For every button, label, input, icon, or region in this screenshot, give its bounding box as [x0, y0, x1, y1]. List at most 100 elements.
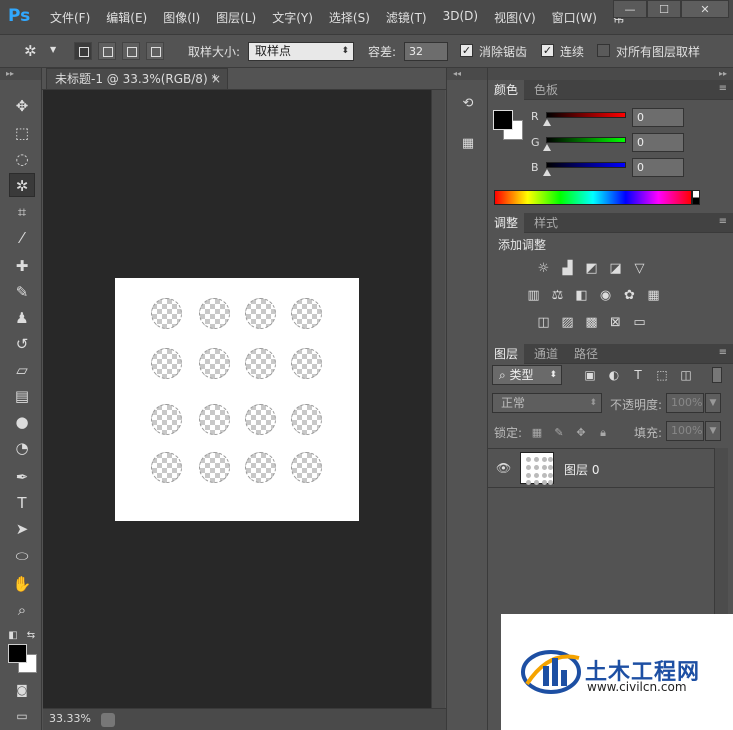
menu-layer[interactable]: 图层(L) — [216, 9, 256, 26]
opacity-input[interactable]: 100% — [666, 393, 704, 413]
layer-kind-filter-select[interactable]: ⌕ 类型 ⬍ — [492, 365, 562, 385]
panel-menu-icon[interactable]: ≡ — [719, 216, 727, 227]
blend-mode-select[interactable]: 正常 ⬍ — [492, 393, 602, 413]
all-layers-checkbox[interactable] — [597, 44, 610, 57]
zoom-level[interactable]: 33.33% — [49, 712, 91, 725]
crop-tool-icon[interactable]: ⌗ — [9, 200, 35, 224]
filter-adjustment-icon[interactable]: ◐ — [606, 367, 622, 383]
r-slider-thumb[interactable] — [543, 119, 551, 126]
gradient-map-icon[interactable]: ▭ — [631, 315, 648, 330]
layer-row[interactable]: 👁︎ 图层 0 — [488, 448, 714, 488]
black-white-icon[interactable]: ◧ — [573, 288, 590, 303]
magic-wand-preset-icon[interactable]: ✲ — [24, 42, 37, 60]
minimize-button[interactable]: — — [613, 0, 647, 18]
intersect-selection-mode-button[interactable] — [146, 42, 164, 60]
blur-tool-icon[interactable]: ● — [9, 410, 35, 434]
b-slider-thumb[interactable] — [543, 169, 551, 176]
properties-panel-icon[interactable]: ▦ — [457, 134, 479, 154]
filter-shape-icon[interactable]: ⬚ — [654, 367, 670, 383]
type-tool-icon[interactable]: T — [9, 491, 35, 515]
tolerance-input[interactable]: 32 — [404, 42, 448, 61]
screen-mode-icon[interactable]: ▭ — [9, 704, 35, 728]
brightness-icon[interactable]: ☼ — [535, 261, 552, 276]
panel-menu-icon[interactable]: ≡ — [719, 83, 727, 94]
filter-pixel-icon[interactable]: ▣ — [582, 367, 598, 383]
add-selection-mode-button[interactable] — [98, 42, 116, 60]
vibrance-icon[interactable]: ▽ — [631, 261, 648, 276]
new-selection-mode-button[interactable] — [74, 42, 92, 60]
zoom-tool-icon[interactable]: ⌕ — [9, 598, 35, 622]
filter-smart-object-icon[interactable]: ◫ — [678, 367, 694, 383]
pen-tool-icon[interactable]: ✒ — [9, 465, 35, 489]
fill-input[interactable]: 100% — [666, 421, 704, 441]
b-value-input[interactable]: 0 — [632, 158, 684, 177]
chevron-down-icon[interactable]: ▼ — [50, 45, 56, 54]
status-info-icon[interactable] — [101, 713, 115, 727]
path-selection-tool-icon[interactable]: ➤ — [9, 517, 35, 541]
lock-image-icon[interactable]: ✎ — [552, 426, 566, 440]
tab-adjustments[interactable]: 调整 — [488, 213, 525, 233]
magic-wand-tool-icon[interactable]: ✲ — [9, 173, 35, 197]
r-value-input[interactable]: 0 — [632, 108, 684, 127]
g-value-input[interactable]: 0 — [632, 133, 684, 152]
curves-icon[interactable]: ◩ — [583, 261, 600, 276]
gradient-tool-icon[interactable]: ▤ — [9, 384, 35, 408]
ellipse-tool-icon[interactable]: ⬭ — [9, 544, 35, 568]
filter-type-icon[interactable]: T — [630, 367, 646, 383]
tab-paths[interactable]: 路径 — [568, 344, 604, 364]
move-tool-icon[interactable]: ✥ — [9, 94, 35, 118]
menu-edit[interactable]: 编辑(E) — [106, 9, 147, 26]
tab-close-icon[interactable]: × — [211, 69, 221, 89]
tab-swatches[interactable]: 色板 — [528, 80, 564, 100]
history-brush-tool-icon[interactable]: ↺ — [9, 332, 35, 356]
panel-collapse-icon[interactable]: ◂◂ — [447, 68, 487, 80]
channel-mixer-icon[interactable]: ✿ — [621, 288, 638, 303]
panel-collapse-icon[interactable]: ▸▸ — [0, 68, 41, 80]
color-spectrum[interactable] — [494, 190, 692, 205]
exposure-icon[interactable]: ◪ — [607, 261, 624, 276]
posterize-icon[interactable]: ▨ — [559, 315, 576, 330]
lock-all-icon[interactable]: 🔒︎ — [596, 426, 610, 440]
quick-mask-icon[interactable]: ◙ — [9, 678, 35, 702]
fill-dropdown-icon[interactable]: ▼ — [705, 421, 721, 441]
filter-toggle[interactable] — [712, 367, 722, 383]
photo-filter-icon[interactable]: ◉ — [597, 288, 614, 303]
menu-type[interactable]: 文字(Y) — [272, 9, 313, 26]
healing-brush-tool-icon[interactable]: ✚ — [9, 254, 35, 278]
menu-select[interactable]: 选择(S) — [329, 9, 370, 26]
panel-expand-icon[interactable]: ▸▸ — [488, 68, 733, 80]
black-white-swatch[interactable] — [692, 190, 700, 205]
color-panel-foreground[interactable] — [493, 110, 513, 130]
menu-3d[interactable]: 3D(D) — [443, 9, 478, 26]
lock-position-icon[interactable]: ✥ — [574, 426, 588, 440]
color-lookup-icon[interactable]: ▦ — [645, 288, 662, 303]
close-button[interactable]: ✕ — [681, 0, 729, 18]
menu-image[interactable]: 图像(I) — [163, 9, 200, 26]
levels-icon[interactable]: ▟ — [559, 261, 576, 276]
menu-window[interactable]: 窗口(W) — [552, 9, 597, 26]
menu-file[interactable]: 文件(F) — [50, 9, 90, 26]
history-panel-icon[interactable]: ⟲ — [457, 94, 479, 114]
brush-tool-icon[interactable]: ✎ — [9, 280, 35, 304]
threshold-icon[interactable]: ▩ — [583, 315, 600, 330]
menu-filter[interactable]: 滤镜(T) — [386, 9, 427, 26]
tab-channels[interactable]: 通道 — [528, 344, 564, 364]
hand-tool-icon[interactable]: ✋ — [9, 572, 35, 596]
eraser-tool-icon[interactable]: ▱ — [9, 358, 35, 382]
tab-color[interactable]: 颜色 — [488, 80, 525, 100]
panel-menu-icon[interactable]: ≡ — [719, 347, 727, 358]
sample-size-select[interactable]: 取样点 ⬍ — [248, 42, 354, 61]
foreground-color-swatch[interactable] — [8, 644, 27, 663]
anti-alias-checkbox[interactable]: ✓ — [460, 44, 473, 57]
stamp-tool-icon[interactable]: ♟ — [9, 306, 35, 330]
maximize-button[interactable]: ☐ — [647, 0, 681, 18]
eyedropper-tool-icon[interactable]: ⁄ — [9, 226, 35, 250]
layer-name[interactable]: 图层 0 — [564, 461, 599, 478]
marquee-tool-icon[interactable]: ⬚ — [9, 121, 35, 145]
selective-color-icon[interactable]: ⊠ — [607, 315, 624, 330]
hue-saturation-icon[interactable]: ▥ — [525, 288, 542, 303]
invert-icon[interactable]: ◫ — [535, 315, 552, 330]
eye-icon[interactable]: 👁︎ — [496, 461, 511, 475]
lock-transparent-icon[interactable]: ▦ — [530, 426, 544, 440]
subtract-selection-mode-button[interactable] — [122, 42, 140, 60]
